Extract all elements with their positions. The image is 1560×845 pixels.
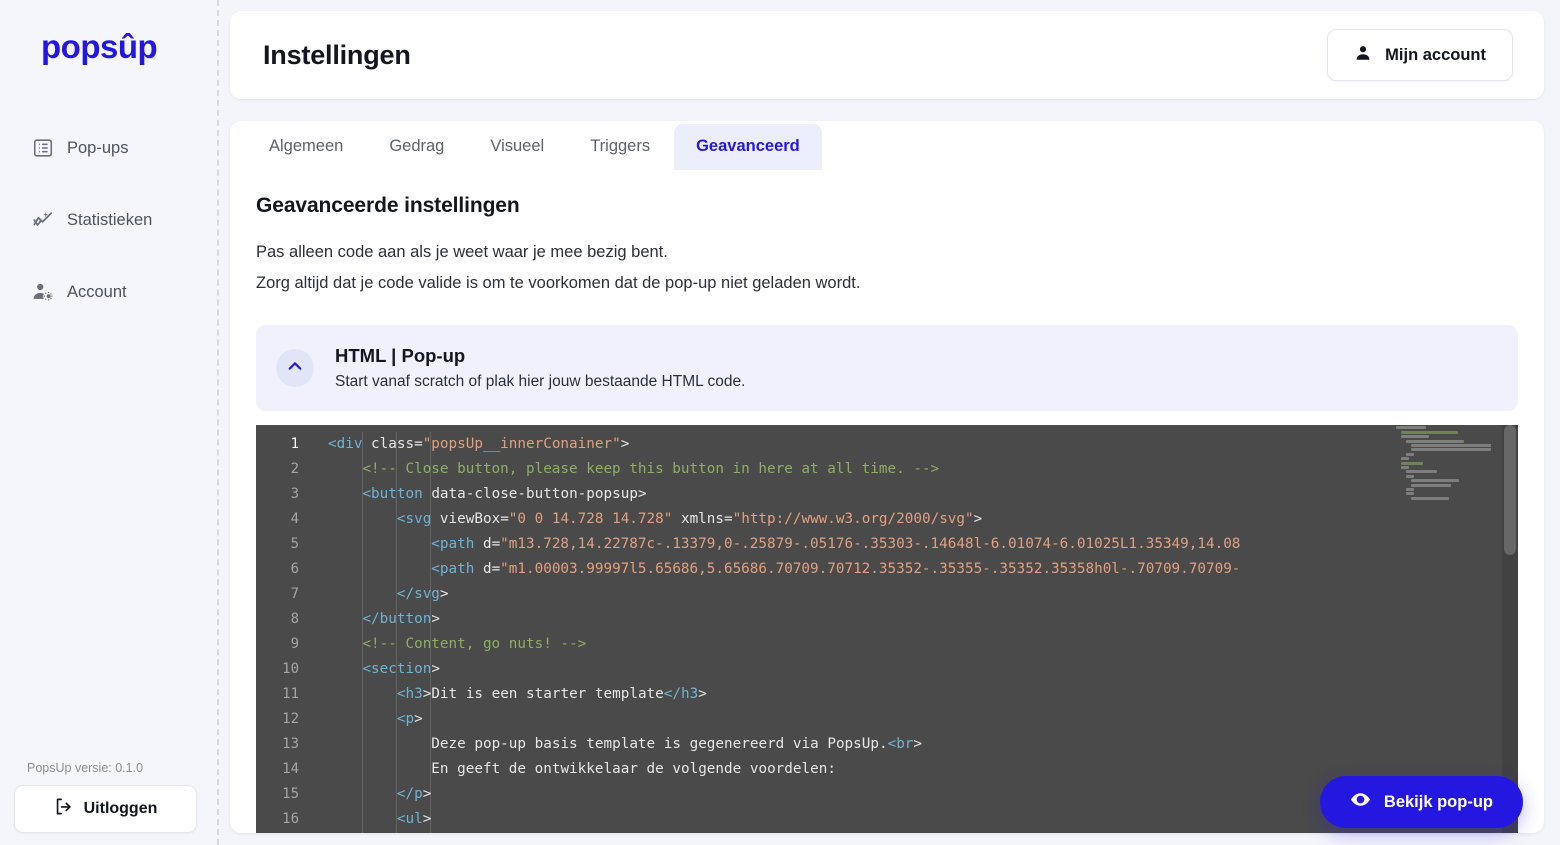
editor-indent-guide: [362, 432, 363, 833]
editor-vertical-scrollbar[interactable]: [1502, 425, 1518, 833]
editor-indent-guide: [430, 432, 431, 833]
editor-line-number: 16: [256, 807, 310, 832]
editor-line-number: 6: [256, 557, 310, 582]
editor-line-number: 10: [256, 657, 310, 682]
editor-line[interactable]: <p>: [310, 707, 1518, 732]
editor-line-number: 11: [256, 682, 310, 707]
logout-label: Uitloggen: [84, 800, 158, 818]
app-logo[interactable]: popsûp: [41, 28, 217, 66]
editor-line[interactable]: <h3>Dit is een starter template</h3>: [310, 682, 1518, 707]
app-root: popsûp Pop-ups: [0, 0, 1560, 845]
editor-line-numbers: 1234567891011121314151617: [256, 425, 310, 833]
editor-line[interactable]: <path d="m1.00003.99997l5.65686,5.65686.…: [310, 557, 1518, 582]
editor-line[interactable]: <path d="m13.728,14.22787c-.13379,0-.258…: [310, 532, 1518, 557]
editor-line[interactable]: <button data-close-button-popsup>: [310, 482, 1518, 507]
editor-line[interactable]: Deze pop-up basis template is gegenereer…: [310, 732, 1518, 757]
editor-line-number: 1: [256, 432, 310, 457]
preview-popup-button[interactable]: Bekijk pop-up: [1320, 776, 1523, 828]
editor-line-number: 12: [256, 707, 310, 732]
chart-line-icon: [32, 209, 54, 231]
accordion-toggle-button[interactable]: [276, 349, 314, 387]
logout-icon: [54, 797, 73, 821]
settings-tabs: Algemeen Gedrag Visueel Triggers Geavanc…: [230, 121, 1544, 170]
sidebar-item-label: Account: [67, 283, 127, 302]
section-description: Pas alleen code aan als je weet waar je …: [256, 237, 1518, 298]
editor-line-number: 8: [256, 607, 310, 632]
editor-line[interactable]: </svg>: [310, 582, 1518, 607]
chevron-up-icon: [286, 357, 304, 380]
accordion-title: HTML | Pop-up: [335, 345, 745, 367]
user-gear-icon: [32, 281, 54, 303]
editor-line[interactable]: <section>: [310, 657, 1518, 682]
tab-visueel[interactable]: Visueel: [468, 124, 566, 170]
sidebar-item-account[interactable]: Account: [0, 272, 217, 312]
my-account-label: Mijn account: [1385, 46, 1486, 65]
accordion-html-popup[interactable]: HTML | Pop-up Start vanaf scratch of pla…: [256, 325, 1518, 411]
accordion-text: HTML | Pop-up Start vanaf scratch of pla…: [335, 345, 745, 391]
editor-line-number: 17: [256, 832, 310, 833]
editor-indent-guide: [396, 432, 397, 833]
sidebar-item-statistieken[interactable]: Statistieken: [0, 200, 217, 240]
tab-triggers[interactable]: Triggers: [568, 124, 672, 170]
user-icon: [1354, 44, 1372, 67]
tab-algemeen[interactable]: Algemeen: [247, 124, 365, 170]
description-line-2: Zorg altijd dat je code valide is om te …: [256, 268, 1518, 299]
sidebar-item-label: Statistieken: [67, 211, 152, 230]
editor-line-number: 15: [256, 782, 310, 807]
editor-line-number: 14: [256, 757, 310, 782]
html-code-editor[interactable]: 1234567891011121314151617 <div class="po…: [256, 425, 1518, 833]
top-bar: Instellingen Mijn account: [230, 11, 1544, 99]
editor-line-number: 7: [256, 582, 310, 607]
eye-icon: [1350, 789, 1371, 815]
sidebar: popsûp Pop-ups: [0, 0, 219, 845]
accordion-subtitle: Start vanaf scratch of plak hier jouw be…: [335, 373, 745, 391]
editor-line[interactable]: </button>: [310, 607, 1518, 632]
sidebar-footer: PopsUp versie: 0.1.0 Uitloggen: [0, 761, 219, 833]
app-version: PopsUp versie: 0.1.0: [27, 761, 205, 775]
tab-geavanceerd[interactable]: Geavanceerd: [674, 124, 822, 170]
editor-line-number: 9: [256, 632, 310, 657]
editor-line[interactable]: <li>👉 Volledige controle over de inhoud<…: [310, 832, 1518, 833]
description-line-1: Pas alleen code aan als je weet waar je …: [256, 237, 1518, 268]
editor-line-number: 3: [256, 482, 310, 507]
editor-line-number: 2: [256, 457, 310, 482]
editor-line-number: 5: [256, 532, 310, 557]
preview-popup-label: Bekijk pop-up: [1384, 793, 1493, 812]
editor-code-content[interactable]: <div class="popsUp__innerConainer"> <!--…: [310, 425, 1518, 833]
settings-panel: Algemeen Gedrag Visueel Triggers Geavanc…: [230, 121, 1544, 833]
tab-gedrag[interactable]: Gedrag: [367, 124, 466, 170]
editor-line-number: 13: [256, 732, 310, 757]
editor-line[interactable]: <div class="popsUp__innerConainer">: [310, 432, 1518, 457]
editor-line[interactable]: <svg viewBox="0 0 14.728 14.728" xmlns="…: [310, 507, 1518, 532]
my-account-button[interactable]: Mijn account: [1327, 29, 1513, 81]
list-icon: [32, 137, 54, 159]
editor-line-number: 4: [256, 507, 310, 532]
sidebar-nav: Pop-ups Statistieken: [0, 128, 217, 344]
sidebar-item-popups[interactable]: Pop-ups: [0, 128, 217, 168]
editor-line[interactable]: <!-- Close button, please keep this butt…: [310, 457, 1518, 482]
logout-button[interactable]: Uitloggen: [14, 785, 197, 833]
main-area: Instellingen Mijn account Algemeen Gedra…: [219, 0, 1560, 845]
page-title: Instellingen: [263, 40, 411, 71]
sidebar-item-label: Pop-ups: [67, 139, 128, 158]
editor-scrollbar-thumb[interactable]: [1504, 425, 1516, 555]
editor-line[interactable]: <!-- Content, go nuts! -->: [310, 632, 1518, 657]
section-title: Geavanceerde instellingen: [256, 194, 1518, 218]
panel-body: Geavanceerde instellingen Pas alleen cod…: [230, 170, 1544, 833]
